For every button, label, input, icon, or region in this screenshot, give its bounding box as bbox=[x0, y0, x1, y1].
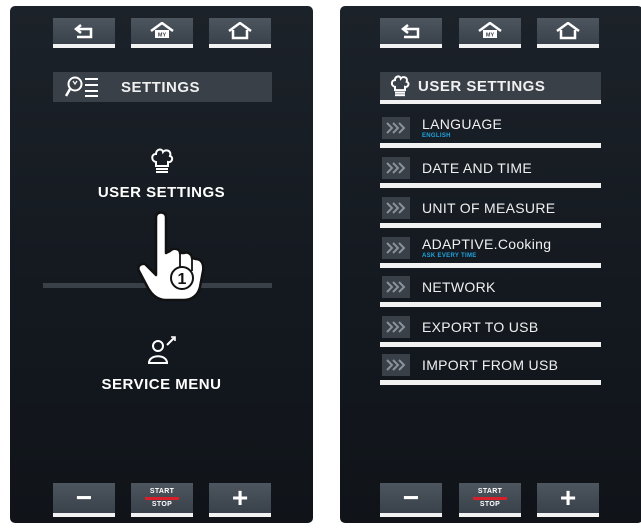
back-button[interactable] bbox=[380, 18, 442, 48]
myhome-icon: MY bbox=[478, 22, 502, 39]
chevron-right-icon bbox=[382, 353, 410, 376]
menu-item-label: UNIT OF MEASURE bbox=[422, 199, 556, 216]
settings-header: SETTINGS bbox=[53, 72, 272, 102]
plus-button[interactable]: + bbox=[537, 483, 599, 517]
menu-item-label: IMPORT FROM USB bbox=[422, 356, 559, 373]
home-button[interactable] bbox=[209, 18, 271, 48]
back-button[interactable] bbox=[53, 18, 115, 48]
service-menu-option[interactable]: SERVICE MENU bbox=[10, 336, 313, 393]
service-menu-label: SERVICE MENU bbox=[101, 376, 222, 393]
my-home-button[interactable]: MY bbox=[459, 18, 521, 48]
plus-button[interactable]: + bbox=[209, 483, 271, 517]
home-icon bbox=[228, 22, 252, 40]
settings-panel: MY SETTINGS USER SETTINGS SERVICE MENU 1… bbox=[10, 6, 313, 523]
page-title: USER SETTINGS bbox=[418, 77, 546, 95]
minus-button[interactable]: − bbox=[53, 483, 115, 517]
svg-text:MY: MY bbox=[486, 33, 495, 39]
stop-label: STOP bbox=[479, 500, 501, 508]
start-stop-button[interactable]: START STOP bbox=[459, 483, 521, 517]
start-stop-button[interactable]: START STOP bbox=[131, 483, 193, 517]
chevron-right-icon bbox=[382, 275, 410, 298]
menu-item-label: DATE AND TIME bbox=[422, 159, 532, 176]
user-settings-header: USER SETTINGS bbox=[380, 72, 601, 104]
menu-item-label: EXPORT TO USB bbox=[422, 318, 539, 335]
start-stop-divider bbox=[145, 496, 179, 500]
plus-icon: + bbox=[231, 482, 249, 513]
chevron-right-icon bbox=[382, 315, 410, 338]
menu-item-export-to-usb[interactable]: EXPORT TO USB bbox=[380, 311, 601, 347]
home-button[interactable] bbox=[537, 18, 599, 48]
step-number: 1 bbox=[178, 271, 187, 288]
start-label: START bbox=[477, 487, 503, 495]
chevron-right-icon bbox=[382, 236, 410, 259]
myhome-icon: MY bbox=[150, 22, 174, 39]
menu-item-language[interactable]: LANGUAGE ENGLISH bbox=[380, 112, 601, 148]
minus-icon: − bbox=[402, 482, 420, 513]
chevron-right-icon bbox=[382, 156, 410, 179]
back-icon bbox=[73, 24, 93, 39]
user-settings-option[interactable]: USER SETTINGS bbox=[10, 148, 313, 201]
page-title: SETTINGS bbox=[121, 78, 201, 96]
chef-hat-icon bbox=[390, 75, 410, 97]
hand-pointer-icon: 1 bbox=[136, 211, 206, 308]
minus-icon: − bbox=[75, 482, 93, 513]
menu-item-label: LANGUAGE bbox=[422, 116, 503, 132]
start-label: START bbox=[149, 487, 175, 495]
menu-item-unit-of-measure[interactable]: UNIT OF MEASURE bbox=[380, 192, 601, 228]
menu-item-value: ASK EVERY TIME bbox=[422, 253, 477, 259]
search-list-icon bbox=[65, 76, 99, 98]
menu-item-date-and-time[interactable]: DATE AND TIME bbox=[380, 152, 601, 188]
chevron-right-icon bbox=[382, 116, 410, 139]
user-settings-panel: MY USER SETTINGS LANGUAGE ENGLISH DATE A… bbox=[340, 6, 641, 523]
my-home-button[interactable]: MY bbox=[131, 18, 193, 48]
start-stop-divider bbox=[473, 496, 507, 500]
technician-icon bbox=[147, 336, 176, 364]
menu-item-label: NETWORK bbox=[422, 278, 496, 295]
menu-item-label: ADAPTIVE.Cooking bbox=[422, 236, 552, 252]
svg-text:MY: MY bbox=[158, 33, 167, 39]
menu-item-adaptive-cooking[interactable]: ADAPTIVE.Cooking ASK EVERY TIME bbox=[380, 232, 601, 268]
menu-item-value: ENGLISH bbox=[422, 133, 451, 139]
stop-label: STOP bbox=[151, 500, 173, 508]
chevron-right-icon bbox=[382, 196, 410, 219]
home-icon bbox=[556, 22, 580, 40]
plus-icon: + bbox=[559, 482, 577, 513]
back-icon bbox=[400, 24, 420, 39]
chef-hat-icon bbox=[150, 148, 173, 173]
user-settings-label: USER SETTINGS bbox=[97, 184, 226, 201]
menu-item-network[interactable]: NETWORK bbox=[380, 271, 601, 307]
menu-item-import-from-usb[interactable]: IMPORT FROM USB bbox=[380, 349, 601, 385]
minus-button[interactable]: − bbox=[380, 483, 442, 517]
